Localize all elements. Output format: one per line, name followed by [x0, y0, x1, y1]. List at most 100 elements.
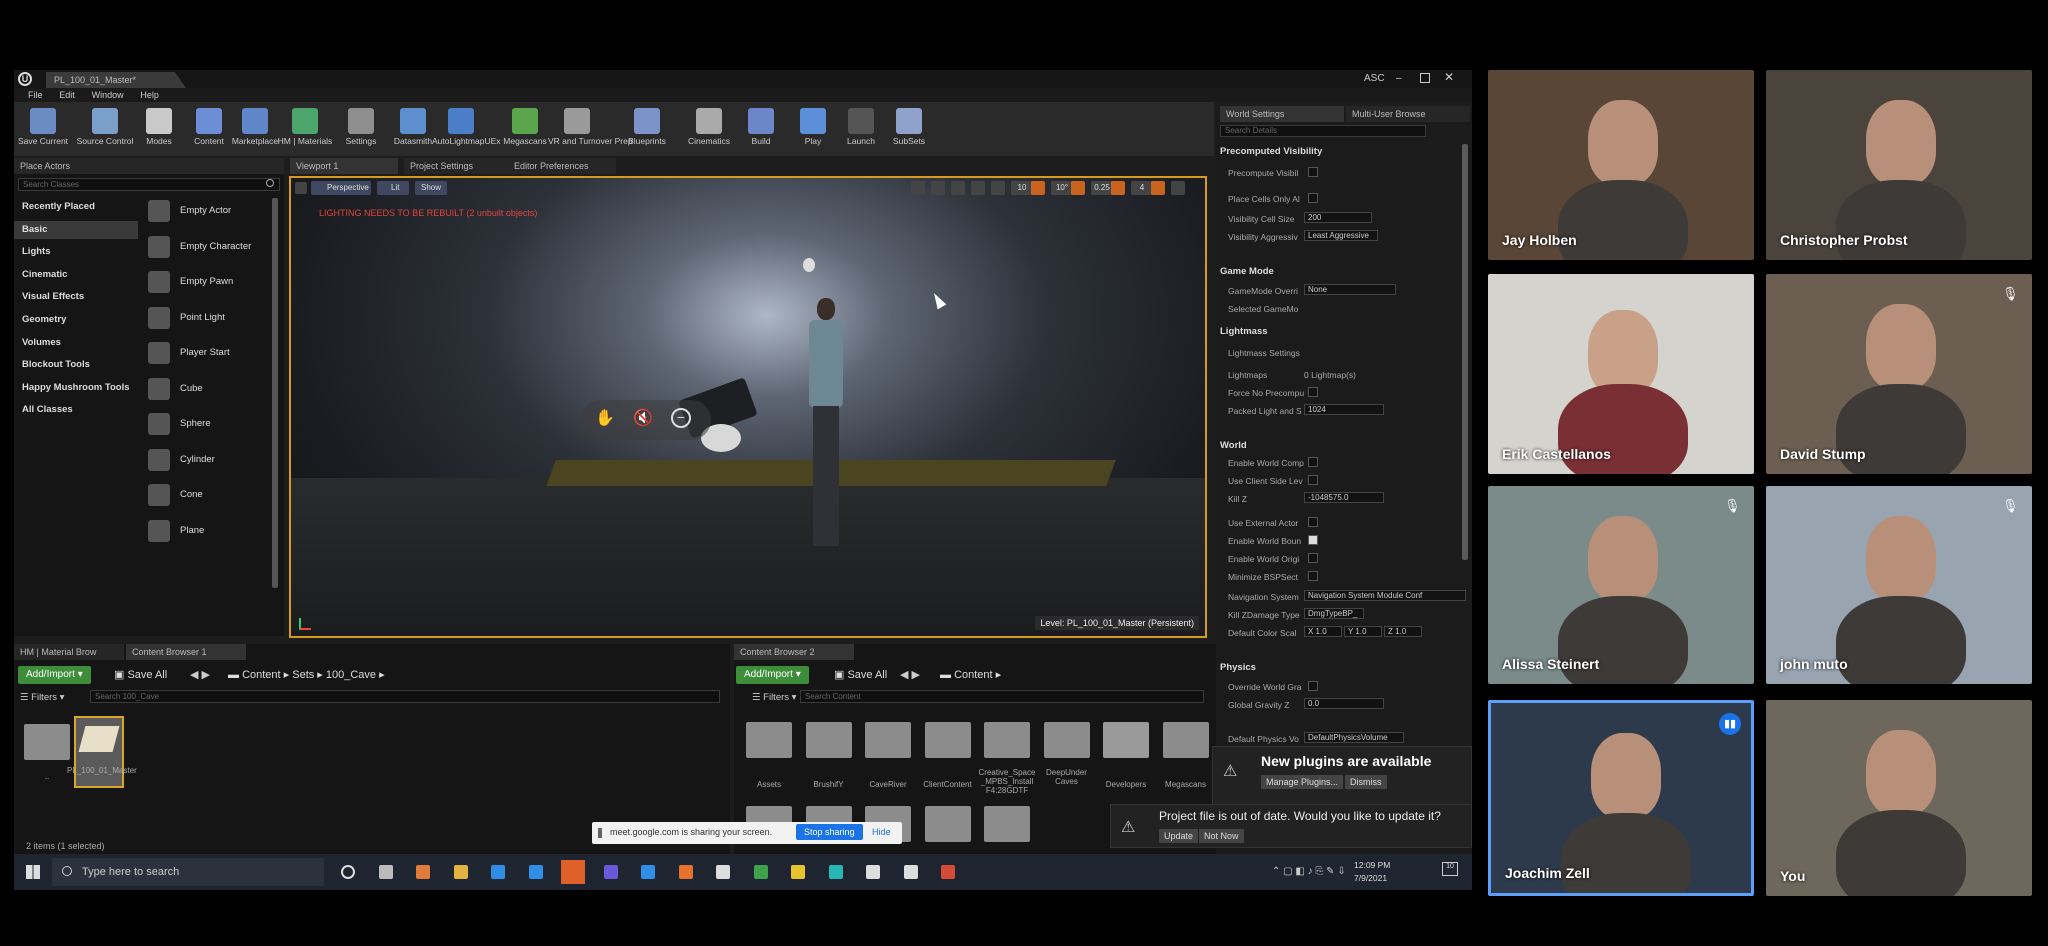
force-no-precomputed-checkbox[interactable] [1308, 387, 1318, 397]
folder-brushify[interactable] [805, 722, 852, 758]
packed-light-input[interactable]: 1024 [1304, 404, 1384, 415]
category-volumes[interactable]: Volumes [14, 334, 138, 352]
stop-sharing-button[interactable]: Stop sharing [796, 824, 863, 840]
participant-tile-jay-holben[interactable]: Jay Holben [1488, 70, 1754, 260]
menu-file[interactable]: File [28, 88, 43, 102]
section-gamemode[interactable]: Game Mode [1220, 266, 1274, 277]
perspective-button[interactable]: Perspective [311, 181, 371, 195]
section-world[interactable]: World [1220, 440, 1247, 451]
show-button[interactable]: Show [415, 181, 447, 195]
filters-button-2[interactable]: ☰ Filters ▾ [752, 692, 796, 703]
taskbar-app-i-icon[interactable] [749, 860, 773, 884]
filters-button[interactable]: ☰ Filters ▾ [20, 692, 64, 703]
global-gravity-input[interactable]: 0.0 [1304, 698, 1384, 709]
minimize-bsp-checkbox[interactable] [1308, 571, 1318, 581]
category-blockout-tools[interactable]: Blockout Tools [14, 356, 138, 374]
taskbar-app-j-icon[interactable] [824, 860, 848, 884]
participant-tile-joachim-zell[interactable]: Joachim Zell ▮▮ [1488, 700, 1754, 896]
minimize-icon[interactable]: – [1396, 73, 1408, 85]
search-content-input[interactable]: Search Content [800, 690, 1204, 703]
use-external-actor-checkbox[interactable] [1308, 517, 1318, 527]
default-color-scale-x[interactable]: X 1.0 [1304, 626, 1342, 637]
tray-icons[interactable]: ⌃ ▢ ◧ ♪ ⎘ ✎ ⇩ [1272, 866, 1346, 877]
snap-toggle-6[interactable] [1031, 181, 1045, 195]
tab-editor-preferences[interactable]: Editor Preferences [508, 158, 616, 174]
actor-player-start[interactable]: Player Start [142, 338, 292, 368]
tab-project-settings[interactable]: Project Settings [404, 158, 512, 174]
section-physics[interactable]: Physics [1220, 662, 1256, 673]
enable-world-bounds-checkbox[interactable] [1308, 535, 1318, 545]
category-happy-mushroom-tools[interactable]: Happy Mushroom Tools [14, 379, 138, 397]
add-import-button[interactable]: Add/Import ▾ [18, 666, 91, 684]
toolbar-subsets-button[interactable]: SubSets [880, 104, 938, 154]
toolbar-vr-and-turnover-prep-button[interactable]: VR and Turnover Prep [548, 104, 633, 154]
use-client-side-checkbox[interactable] [1308, 475, 1318, 485]
snap-toggle-0[interactable] [911, 181, 925, 195]
category-recently-placed[interactable]: Recently Placed [14, 198, 138, 216]
menu-window[interactable]: Window [92, 88, 124, 102]
participant-tile-alissa-steinert[interactable]: Alissa Steinert 🎙 [1488, 486, 1754, 684]
toolbar-build-button[interactable]: Build [732, 104, 790, 154]
enable-world-comp-checkbox[interactable] [1308, 457, 1318, 467]
visibility-cell-size-input[interactable]: 200 [1304, 212, 1372, 223]
history-arrows-2[interactable]: ◀ ▶ [900, 668, 920, 681]
folder-creative-space-mpbs-install-f4-28gdtf[interactable] [984, 722, 1030, 758]
save-all-button-2[interactable]: ▣ Save All [834, 668, 887, 681]
details-scrollbar[interactable] [1462, 144, 1468, 560]
taskbar-cortana-icon[interactable] [336, 860, 360, 884]
folder-parent[interactable] [24, 724, 70, 760]
actor-empty-character[interactable]: Empty Character [142, 232, 292, 262]
snap-toggle-4[interactable] [991, 181, 1005, 195]
toolbar-blueprints-button[interactable]: Blueprints [618, 104, 676, 154]
section-lightmass[interactable]: Lightmass [1220, 326, 1268, 337]
add-import-button-2[interactable]: Add/Import ▾ [736, 666, 809, 684]
category-visual-effects[interactable]: Visual Effects [14, 288, 138, 306]
snap-toggle-1[interactable] [931, 181, 945, 195]
hand-raise-icon[interactable]: ✋ [595, 408, 615, 428]
taskbar-chrome-icon[interactable] [786, 860, 810, 884]
hide-button[interactable]: Hide [872, 827, 891, 837]
taskbar-app-f-icon[interactable] [636, 860, 660, 884]
windows-start-icon[interactable] [26, 865, 40, 879]
actor-cube[interactable]: Cube [142, 374, 292, 404]
viewport-options-button[interactable] [295, 182, 307, 194]
default-color-scale-y[interactable]: Y 1.0 [1344, 626, 1382, 637]
actor-sphere[interactable]: Sphere [142, 409, 292, 439]
taskbar-app-k-icon[interactable] [861, 860, 885, 884]
taskbar-file-explorer-icon[interactable] [449, 860, 473, 884]
snap-toggle-11[interactable]: 4 [1131, 181, 1153, 195]
kill-z-damage-type-select[interactable]: DmgTypeBP_ [1304, 608, 1364, 619]
menu-edit[interactable]: Edit [59, 88, 75, 102]
snap-toggle-5[interactable]: 10 [1011, 181, 1033, 195]
tab-content-browser-2[interactable]: Content Browser 2 [734, 644, 854, 660]
taskbar-task-view-icon[interactable] [374, 860, 398, 884]
override-world-gravity-checkbox[interactable] [1308, 681, 1318, 691]
save-all-button[interactable]: ▣ Save All [114, 668, 167, 681]
taskbar-unreal-icon[interactable] [899, 860, 923, 884]
taskbar-chrome-2-icon[interactable] [936, 860, 960, 884]
snap-toggle-12[interactable] [1151, 181, 1165, 195]
taskbar-app-c-icon[interactable] [524, 860, 548, 884]
section-precomputed[interactable]: Precomputed Visibility [1220, 146, 1322, 157]
toolbar-hm-materials-button[interactable]: HM | Materials [276, 104, 334, 154]
folder-clientcontent[interactable] [924, 722, 971, 758]
enable-world-origin-checkbox[interactable] [1308, 553, 1318, 563]
close-icon[interactable]: ✕ [1444, 70, 1458, 84]
taskbar-app-d-icon[interactable] [561, 860, 585, 884]
tab-world-settings[interactable]: World Settings [1220, 106, 1344, 122]
default-color-scale-z[interactable]: Z 1.0 [1384, 626, 1422, 637]
taskbar-app-e-icon[interactable] [599, 860, 623, 884]
category-all-classes[interactable]: All Classes [14, 401, 138, 419]
actor-cylinder[interactable]: Cylinder [142, 445, 292, 475]
taskbar-app-b-icon[interactable] [486, 860, 510, 884]
search-classes-input[interactable]: Search Classes [18, 178, 280, 191]
lit-button[interactable]: Lit [377, 181, 409, 195]
kill-z-input[interactable]: -1048575.0 [1304, 492, 1384, 503]
taskbar-app-h-icon[interactable] [711, 860, 735, 884]
manage-plugins-button[interactable]: Manage Plugins... [1261, 775, 1344, 789]
folder-deepunder-caves[interactable] [1043, 722, 1090, 758]
precompute-visibility-checkbox[interactable] [1308, 167, 1318, 177]
actor-plane[interactable]: Plane [142, 516, 292, 546]
notification-center-icon[interactable]: 10 [1442, 862, 1458, 876]
search-100-cave-input[interactable]: Search 100_Cave [90, 690, 720, 703]
